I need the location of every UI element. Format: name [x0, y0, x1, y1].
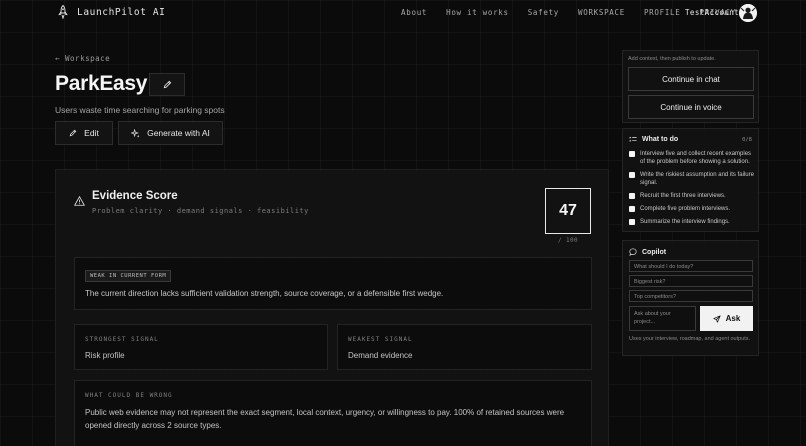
what-could-be-wrong-label: WHAT COULD BE WRONG	[85, 392, 173, 399]
nav-link-about[interactable]: About	[401, 8, 427, 17]
back-to-workspace-link[interactable]: ← Workspace	[55, 54, 110, 63]
assessment-text: The current direction lacks sufficient v…	[85, 289, 444, 298]
todo-item[interactable]: Summarize the interview findings.	[629, 218, 757, 226]
score-max: / 100	[557, 237, 579, 244]
todo-progress-count: 0/8	[742, 137, 752, 143]
status-badge: WEAK IN CURRENT FORM	[85, 270, 172, 282]
continue-panel: Add context, then publish to update. Con…	[622, 50, 759, 123]
rename-button[interactable]	[149, 73, 185, 96]
todo-item-text: Write the riskiest assumption and its fa…	[640, 172, 754, 186]
todo-item-text: Interview five and collect recent exampl…	[640, 151, 752, 165]
top-nav: LaunchPilot AI About How it works Safety…	[0, 0, 806, 26]
todo-checkbox[interactable]	[629, 151, 635, 157]
todo-checkbox[interactable]	[629, 193, 635, 199]
todo-list: Interview five and collect recent exampl…	[629, 150, 757, 231]
continue-in-chat-button[interactable]: Continue in chat	[628, 67, 754, 91]
what-to-do-panel: What to do 0/8 Interview five and collec…	[622, 128, 759, 232]
weakest-signal-label: WEAKEST SIGNAL	[348, 336, 413, 343]
todo-checkbox[interactable]	[629, 172, 635, 178]
send-icon	[713, 314, 721, 323]
evidence-score-card: Evidence Score Problem clarity · demand …	[55, 169, 609, 446]
assessment-panel: WEAK IN CURRENT FORM The current directi…	[74, 257, 592, 310]
todo-item[interactable]: Interview five and collect recent exampl…	[629, 150, 757, 166]
weakest-signal-panel: WEAKEST SIGNAL Demand evidence	[337, 324, 592, 370]
pencil-icon	[163, 80, 171, 89]
continue-hint: Add context, then publish to update.	[628, 56, 716, 62]
what-to-do-title: What to do	[642, 136, 679, 143]
strongest-signal-panel: STRONGEST SIGNAL Risk profile	[74, 324, 328, 370]
todo-item-text: Complete five problem interviews.	[640, 206, 731, 212]
what-to-do-header: What to do	[629, 136, 678, 143]
copilot-ask-input[interactable]: Ask about your project...	[629, 306, 696, 331]
warning-icon	[74, 196, 85, 206]
score-value: 47	[545, 188, 591, 234]
generate-with-ai-button[interactable]: Generate with AI	[118, 121, 223, 145]
copilot-header: Copilot	[629, 248, 666, 256]
brand-name: LaunchPilot AI	[77, 6, 166, 18]
edit-button[interactable]: Edit	[55, 121, 113, 145]
suggestion-top-competitors[interactable]: Top competitors?	[629, 290, 753, 302]
suggestion-what-to-do-today[interactable]: What should I do today?	[629, 260, 753, 272]
pencil-icon	[69, 129, 77, 137]
project-subtitle: Users waste time searching for parking s…	[55, 105, 225, 115]
page-title: ParkEasy	[55, 72, 148, 95]
what-could-be-wrong-text: Public web evidence may not represent th…	[85, 408, 565, 430]
checklist-icon	[629, 136, 637, 142]
account-name[interactable]: TestAccount	[685, 8, 739, 17]
edit-button-label: Edit	[84, 128, 99, 138]
what-could-be-wrong-panel: WHAT COULD BE WRONG Public web evidence …	[74, 380, 592, 446]
continue-in-voice-button[interactable]: Continue in voice	[628, 95, 754, 119]
rocket-icon	[58, 5, 68, 19]
todo-checkbox[interactable]	[629, 206, 635, 212]
ask-button[interactable]: Ask	[700, 306, 753, 331]
evidence-score-subtitle: Problem clarity · demand signals · feasi…	[92, 207, 309, 215]
todo-item[interactable]: Recruit the first three interviews.	[629, 192, 757, 200]
nav-link-how-it-works[interactable]: How it works	[446, 8, 509, 17]
strongest-signal-value: Risk profile	[85, 351, 125, 360]
todo-checkbox[interactable]	[629, 219, 635, 225]
weakest-signal-value: Demand evidence	[348, 351, 413, 360]
suggestion-biggest-risk[interactable]: Biggest risk?	[629, 275, 753, 287]
ask-button-label: Ask	[725, 314, 741, 323]
nav-link-workspace[interactable]: WORKSPACE	[578, 8, 625, 17]
todo-item-text: Summarize the interview findings.	[640, 219, 730, 225]
avatar-icon	[739, 4, 757, 22]
todo-item-text: Recruit the first three interviews.	[640, 193, 726, 199]
strongest-signal-label: STRONGEST SIGNAL	[85, 336, 159, 343]
nav-link-profile[interactable]: PROFILE	[644, 8, 681, 17]
todo-item[interactable]: Write the riskiest assumption and its fa…	[629, 171, 757, 187]
copilot-title: Copilot	[642, 248, 667, 256]
copilot-note: Uses your interview, roadmap, and agent …	[629, 336, 751, 342]
sparkle-icon	[131, 128, 140, 138]
nav-link-safety[interactable]: Safety	[528, 8, 559, 17]
todo-item[interactable]: Complete five problem interviews.	[629, 205, 757, 213]
generate-button-label: Generate with AI	[147, 128, 210, 138]
brand[interactable]: LaunchPilot AI	[58, 5, 165, 19]
evidence-score-title: Evidence Score	[92, 190, 178, 202]
copilot-panel: Copilot What should I do today? Biggest …	[622, 240, 759, 356]
chat-bubble-icon	[629, 248, 637, 256]
avatar[interactable]	[739, 4, 757, 22]
